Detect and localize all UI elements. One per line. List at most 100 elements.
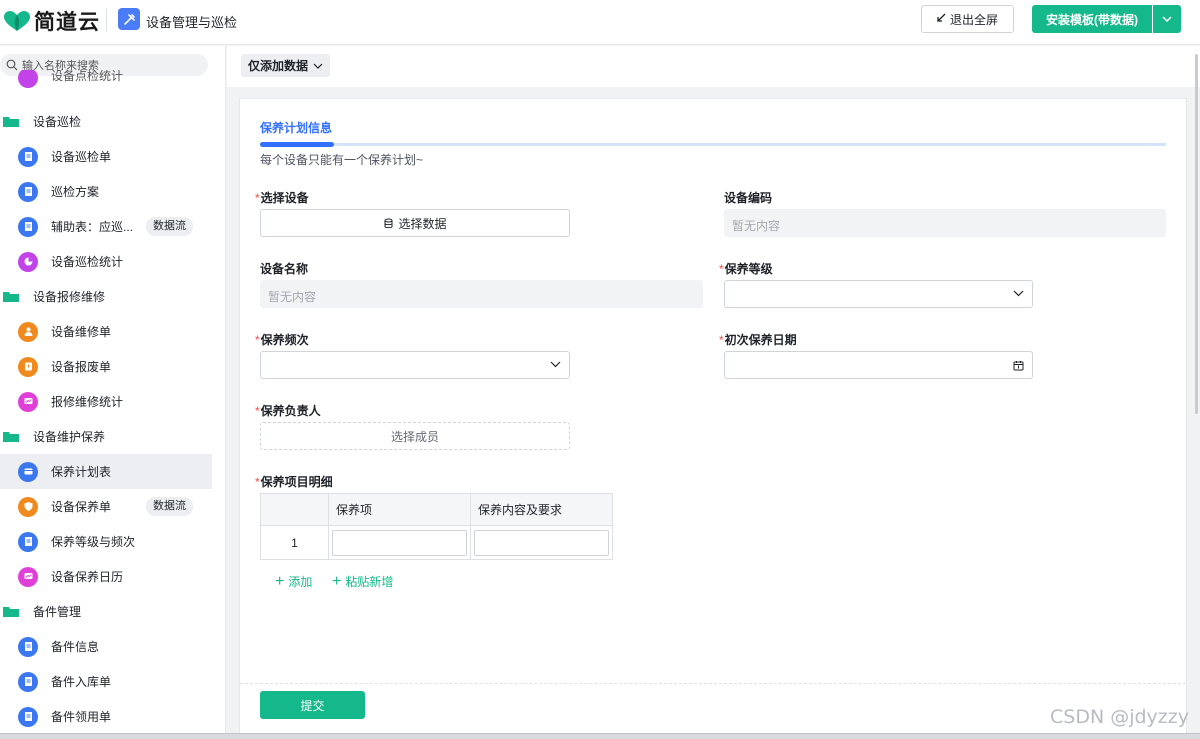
row-index: 1: [260, 525, 329, 560]
add-row-label: 添加: [288, 575, 313, 589]
dataflow-badge: 数据流: [146, 217, 193, 236]
maintenance-items-table: 保养项 保养内容及要求 1: [260, 493, 613, 560]
app-title[interactable]: 设备管理与巡检: [146, 12, 237, 31]
level-label: *保养等级: [719, 262, 773, 276]
paste-add-label: 粘贴新增: [345, 575, 394, 589]
install-dropdown-button[interactable]: [1153, 5, 1181, 33]
sidebar-group-maintenance[interactable]: 设备维护保养: [0, 419, 212, 454]
sidebar-item-label: 设备报废单: [51, 360, 112, 374]
filter-label: 仅添加数据: [248, 59, 309, 73]
sidebar-group-label: 设备维护保养: [33, 430, 106, 444]
sidebar-group-repair[interactable]: 设备报修维修: [0, 279, 212, 314]
sidebar-item-scrap-form[interactable]: 设备报废单: [0, 349, 212, 384]
sidebar-item-maintenance-form[interactable]: 设备保养单 数据流: [0, 489, 212, 524]
plus-icon: +: [275, 572, 285, 590]
device-code-label: 设备编码: [724, 191, 773, 205]
folder-icon: [3, 292, 19, 302]
sidebar-item-repair-form[interactable]: 设备维修单: [0, 314, 212, 349]
chart-icon: [18, 70, 38, 88]
select-data-button[interactable]: 选择数据: [260, 209, 570, 237]
add-data-only-dropdown[interactable]: 仅添加数据: [241, 54, 331, 77]
form-icon: [18, 671, 38, 692]
table-header-item: 保养项: [328, 493, 471, 526]
sidebar-item-inspection-plan[interactable]: 巡检方案: [0, 174, 212, 209]
level-select[interactable]: [724, 280, 1033, 308]
device-name-field: 暂无内容: [260, 280, 703, 308]
sidebar-group-label: 备件管理: [33, 605, 82, 619]
frequency-select[interactable]: [260, 351, 570, 379]
sidebar-item-label: 设备保养日历: [51, 570, 124, 584]
section-active-indicator: [260, 142, 334, 147]
paste-add-button[interactable]: + 粘贴新增: [332, 573, 393, 590]
database-icon: [384, 218, 393, 228]
device-name-label: 设备名称: [260, 262, 309, 276]
person-icon: [18, 321, 38, 342]
sidebar-item-level-frequency[interactable]: 保养等级与频次: [0, 524, 212, 559]
sidebar-item-inspection-form[interactable]: 设备巡检单: [0, 139, 212, 174]
watermark-text: CSDN @jdyzzy: [1050, 706, 1189, 728]
footer-divider: [240, 683, 1186, 684]
sidebar-item-spare-info[interactable]: 备件信息: [0, 629, 212, 664]
sidebar-item-label: 备件领用单: [51, 710, 112, 724]
submit-button[interactable]: 提交: [260, 691, 365, 719]
folder-icon: [3, 432, 19, 442]
sidebar-item-aux-table[interactable]: 辅助表：应巡... 数据流: [0, 209, 212, 244]
exit-fullscreen-label: 退出全屏: [949, 12, 998, 27]
pie-chart-icon: [18, 251, 38, 272]
sidebar-item-inspection-stats[interactable]: 设备巡检统计: [0, 244, 212, 279]
table-header-index: [260, 493, 329, 526]
sidebar-group-inspection[interactable]: 设备巡检: [0, 104, 212, 139]
bottom-strip: [0, 733, 1200, 739]
sidebar-item-repair-stats[interactable]: 报修维修统计: [0, 384, 212, 419]
sidebar-item-spare-requisition[interactable]: 备件领用单: [0, 699, 212, 734]
select-data-label: 选择数据: [398, 216, 447, 231]
plus-icon: +: [332, 572, 342, 590]
exit-fullscreen-button[interactable]: 退出全屏: [921, 5, 1014, 33]
sidebar-group-spare-parts[interactable]: 备件管理: [0, 594, 212, 629]
page-scrollbar[interactable]: [1191, 46, 1200, 736]
add-row-button[interactable]: + 添加: [275, 573, 312, 590]
dashboard-icon: [18, 566, 38, 587]
details-label: *保养项目明细: [255, 475, 333, 489]
chevron-down-icon: [313, 63, 323, 69]
sidebar-group-label: 设备巡检: [33, 115, 82, 129]
content-toolbar: 仅添加数据: [227, 46, 1200, 87]
scrollbar-thumb[interactable]: [1195, 54, 1198, 414]
form-icon: [18, 531, 38, 552]
chevron-down-icon: [1013, 290, 1024, 297]
sidebar-item-label: 保养等级与频次: [51, 535, 136, 549]
section-underline: [260, 142, 1166, 147]
form-icon: [18, 181, 38, 202]
collapse-icon: [937, 13, 946, 25]
dataflow-badge: 数据流: [146, 497, 193, 516]
sidebar-item-maintenance-plan[interactable]: 保养计划表: [0, 454, 212, 489]
install-template-button[interactable]: 安装模板(带数据): [1032, 5, 1152, 33]
table-cell: [328, 525, 471, 560]
sidebar-item-label: 设备巡检单: [51, 150, 112, 164]
sidebar-item-label: 备件入库单: [51, 675, 112, 689]
section-tab-maintenance-plan[interactable]: 保养计划信息: [260, 119, 332, 136]
brand-logo-icon: [4, 11, 30, 31]
warning-icon: [18, 356, 38, 377]
form-card: [239, 98, 1187, 739]
table-row: 1: [260, 525, 613, 560]
sidebar-item-spare-inbound[interactable]: 备件入库单: [0, 664, 212, 699]
select-member-button[interactable]: 选择成员: [260, 422, 570, 450]
chevron-down-icon: [550, 361, 561, 368]
sidebar-item-label: 巡检方案: [51, 185, 100, 199]
calendar-icon: [1013, 361, 1024, 371]
folder-icon: [3, 607, 19, 617]
table-header-content: 保养内容及要求: [470, 493, 613, 526]
first-date-picker[interactable]: [724, 351, 1033, 379]
brand-logo[interactable]: 简道云: [2, 6, 100, 36]
sidebar-group-label: 设备报修维修: [33, 290, 106, 304]
sidebar-item-maintenance-calendar[interactable]: 设备保养日历: [0, 559, 212, 594]
content-input[interactable]: [474, 529, 609, 556]
item-input[interactable]: [332, 529, 467, 556]
form-icon: [18, 636, 38, 657]
form-icon: [18, 706, 38, 727]
sidebar-item-label: 设备点检统计: [51, 70, 124, 83]
device-name-placeholder: 暂无内容: [268, 290, 317, 304]
brand-name: 简道云: [34, 11, 100, 34]
sidebar-item-partial[interactable]: 设备点检统计: [0, 70, 212, 94]
